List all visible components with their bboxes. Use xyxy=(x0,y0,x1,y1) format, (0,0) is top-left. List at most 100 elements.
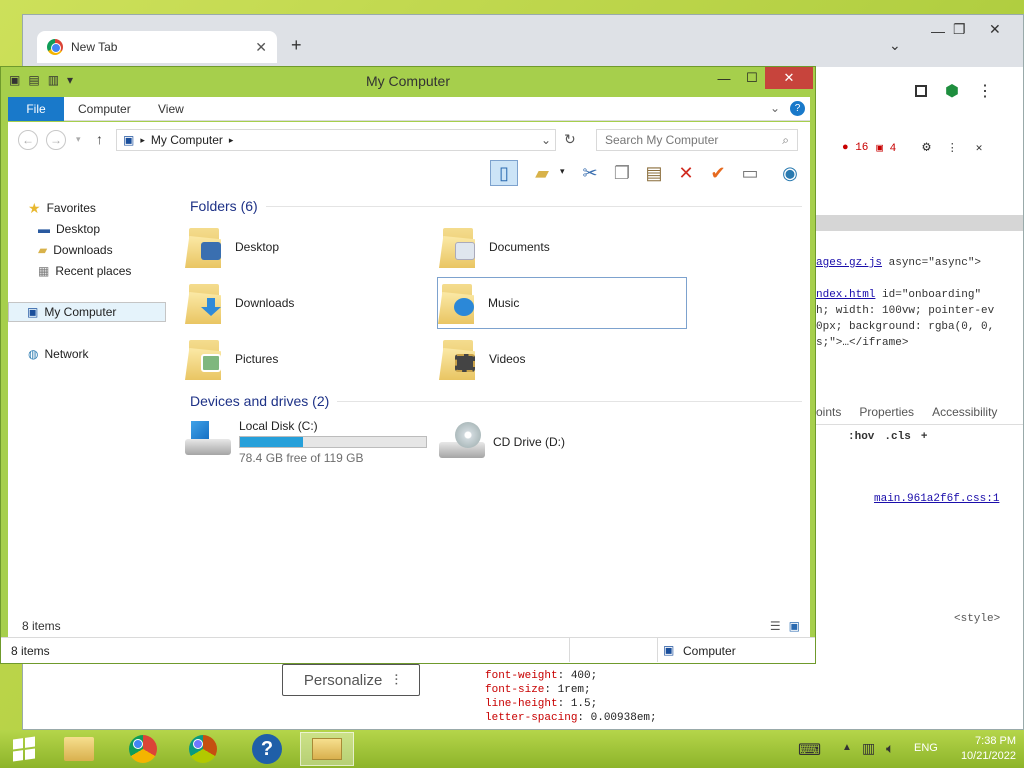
taskbar-chrome-canary[interactable] xyxy=(176,732,230,766)
stylesheet-link[interactable]: main.961a2f6f.css:1 xyxy=(874,493,999,505)
tab-file[interactable]: File xyxy=(8,97,64,121)
taskbar-file-explorer[interactable] xyxy=(52,732,106,766)
help-icon: ? xyxy=(252,734,282,764)
folder-documents[interactable]: Documents xyxy=(439,221,689,273)
menu-icon[interactable]: ⋮ xyxy=(977,81,993,101)
pictures-folder-icon xyxy=(185,338,225,380)
network-tray-icon[interactable]: ▥ xyxy=(862,740,875,757)
paste-icon[interactable]: ▤ xyxy=(640,160,668,186)
clock[interactable]: 7:38 PM 10/21/2022 xyxy=(961,734,1016,764)
nav-downloads[interactable]: ▰ Downloads xyxy=(38,240,113,260)
cut-icon[interactable]: ✂ xyxy=(576,160,604,186)
drive-local-disk[interactable]: Local Disk (C:) 78.4 GB free of 119 GB xyxy=(185,419,435,465)
expand-ribbon-icon[interactable]: ⌄ xyxy=(770,101,780,115)
folder-options-icon[interactable]: ▰ xyxy=(528,160,556,186)
folders-group-header[interactable]: Folders (6) xyxy=(190,198,802,214)
folder-pictures[interactable]: Pictures xyxy=(185,333,435,385)
breadcrumb-my-computer[interactable]: My Computer xyxy=(151,133,223,147)
warning-badge[interactable]: ▣ 4 xyxy=(876,141,896,155)
folder-music[interactable]: Music xyxy=(437,277,687,329)
copy-icon[interactable]: ❐ xyxy=(608,160,636,186)
taskbar-my-computer[interactable] xyxy=(300,732,354,766)
refresh-icon[interactable]: ↻ xyxy=(564,131,576,148)
css-rule: font-weight: 400; xyxy=(485,670,598,682)
checkmark-icon[interactable]: ✔ xyxy=(704,160,732,186)
hov-toggle[interactable]: :hov xyxy=(848,431,874,443)
taskbar-chrome[interactable] xyxy=(116,732,170,766)
code-line: h; width: 100vw; pointer-ev xyxy=(816,305,995,317)
folder-downloads[interactable]: Downloads xyxy=(185,277,435,329)
restore-browser-icon[interactable]: ❐ xyxy=(953,21,966,38)
start-button[interactable] xyxy=(0,732,48,766)
large-icons-view-icon[interactable]: ▣ xyxy=(789,619,800,633)
chrome-canary-icon xyxy=(189,735,217,763)
tab-properties[interactable]: Properties xyxy=(859,405,914,419)
drives-group-header[interactable]: Devices and drives (2) xyxy=(190,393,802,409)
close-tab-icon[interactable]: ✕ xyxy=(255,39,267,56)
address-dropdown-icon[interactable]: ⌄ xyxy=(541,133,551,147)
globe-icon[interactable]: ◉ xyxy=(776,160,804,186)
help-icon[interactable]: ? xyxy=(790,101,805,116)
drive-usage-bar xyxy=(239,436,427,448)
error-badge[interactable]: ● 16 xyxy=(842,142,868,154)
style-tag-label: <style> xyxy=(954,613,1001,625)
tab-breakpoints[interactable]: oints xyxy=(816,405,841,419)
devtools-close-icon[interactable]: ✕ xyxy=(976,141,983,155)
devtools-settings-icon[interactable]: ⚙ xyxy=(922,139,930,156)
folder-desktop[interactable]: Desktop xyxy=(185,221,435,273)
tab-computer[interactable]: Computer xyxy=(64,97,145,121)
new-tab-button[interactable]: + xyxy=(291,35,302,56)
devtools-menu-icon[interactable]: ⋮ xyxy=(947,141,958,155)
address-input[interactable]: ▣ ▸ My Computer ▸ ⌄ xyxy=(116,129,556,151)
up-button[interactable]: ↑ xyxy=(96,131,103,147)
nav-recent-places[interactable]: ▦ Recent places xyxy=(38,261,131,281)
devtools-panel: ● 16 ▣ 4 ⚙ ⋮ ✕ ages.gz.js async="async">… xyxy=(815,135,1023,729)
cls-toggle[interactable]: .cls xyxy=(884,431,910,443)
computer-icon: ▣ xyxy=(27,305,39,319)
volume-icon[interactable]: 🔈︎ xyxy=(886,740,894,757)
nav-my-computer[interactable]: ▣ My Computer xyxy=(8,302,166,322)
show-hidden-icons-icon[interactable]: ▲ xyxy=(842,742,852,753)
cd-drive-icon xyxy=(439,422,485,462)
details-view-icon[interactable]: ☰ xyxy=(770,619,781,633)
css-rule: letter-spacing: 0.00938em; xyxy=(485,712,657,724)
personalize-button[interactable]: Personalize ⫶ xyxy=(282,664,420,696)
nav-favorites[interactable]: ★ Favorites xyxy=(28,198,96,218)
desktop-folder-icon xyxy=(185,226,225,268)
taskbar-help[interactable]: ? xyxy=(240,732,294,766)
network-icon: ◍ xyxy=(28,347,39,361)
keyboard-icon[interactable]: ⌨ xyxy=(798,740,821,760)
tab-search-icon[interactable]: ⌄ xyxy=(889,37,901,54)
tab-view[interactable]: View xyxy=(144,97,198,121)
folder-options-dropdown-icon[interactable]: ▾ xyxy=(560,166,565,177)
close-browser-icon[interactable]: ✕ xyxy=(989,21,1001,38)
ribbon: File Computer View ⌄ ? xyxy=(8,97,810,121)
downloads-icon: ▰ xyxy=(38,243,48,257)
code-line: ndex.html id="onboarding" xyxy=(816,289,982,301)
nav-desktop[interactable]: ▬ Desktop xyxy=(38,219,100,239)
code-line: ages.gz.js async="async"> xyxy=(816,257,982,269)
browser-tab[interactable]: New Tab ✕ xyxy=(37,31,277,63)
back-button[interactable]: ← xyxy=(18,130,38,150)
sliders-icon: ⫶ xyxy=(394,671,399,689)
drive-name: Local Disk (C:) xyxy=(239,419,318,433)
minimize-browser-icon[interactable]: — xyxy=(931,23,945,39)
rename-icon[interactable]: ▭ xyxy=(736,160,764,186)
recent-locations-icon[interactable]: ▾ xyxy=(76,134,81,145)
search-input[interactable]: Search My Computer ⌕ xyxy=(596,129,798,151)
star-icon: ★ xyxy=(28,199,41,216)
sidepanel-icon[interactable] xyxy=(915,85,927,97)
window-title: My Computer xyxy=(365,73,451,89)
explorer-titlebar[interactable]: ▣ ▤ ▥ ▾ My Computer — ☐ ✕ xyxy=(1,67,815,95)
delete-icon[interactable]: ✕ xyxy=(672,160,700,186)
shield-icon[interactable]: ⬢ xyxy=(945,81,959,101)
drive-cd[interactable]: CD Drive (D:) xyxy=(439,419,689,465)
close-button[interactable]: ✕ xyxy=(765,67,813,89)
folder-videos[interactable]: Videos xyxy=(439,333,689,385)
language-indicator[interactable]: ENG xyxy=(914,742,938,754)
add-rule-icon[interactable]: + xyxy=(921,431,928,443)
tab-accessibility[interactable]: Accessibility xyxy=(932,405,997,419)
forward-button[interactable]: → xyxy=(46,130,66,150)
preview-pane-icon[interactable]: ▯ xyxy=(490,160,518,186)
nav-network[interactable]: ◍ Network xyxy=(28,344,89,364)
